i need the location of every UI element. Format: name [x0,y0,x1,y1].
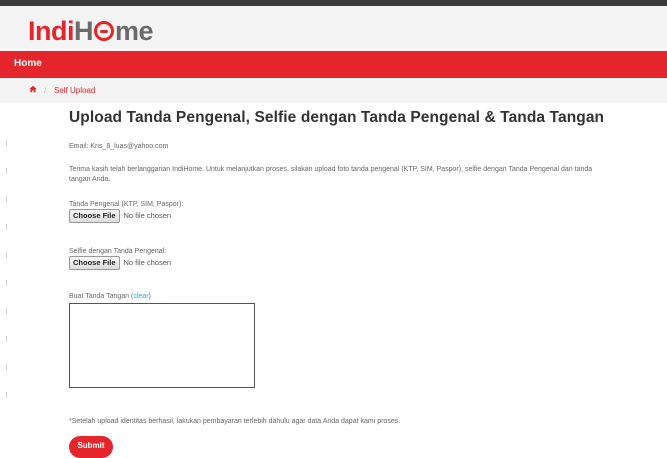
signature-label: Buat Tanda Tangan (clear) [69,292,151,302]
site-header: IndiH me [0,6,667,51]
indihome-logo[interactable]: IndiH me [28,16,154,46]
signature-clear-link[interactable]: clear [133,293,148,300]
selfie-choose-file-button[interactable]: Choose File [69,255,120,270]
signature-label-close: ) [148,293,151,300]
page-edge-marks [6,140,8,440]
logo-text-h: H [74,16,94,46]
main-navbar: Home [0,51,667,78]
logo-text-me: me [115,16,154,46]
payment-note: *Setelah upload identitas berhasil, laku… [69,418,401,425]
breadcrumb: / Self Upload [0,78,667,103]
logo-o-icon [94,21,114,41]
id-card-choose-file-button[interactable]: Choose File [69,208,120,223]
id-card-file-status: No file chosen [123,211,172,220]
selfie-file-input[interactable]: Choose File No file chosen [69,255,172,270]
submit-button[interactable]: Submit [69,436,113,458]
breadcrumb-separator: / [44,86,47,95]
breadcrumb-current[interactable]: Self Upload [54,86,95,95]
logo-text-indi: Indi [28,16,75,46]
email-line: Email: Kris_8_luas@yahoo.com [69,143,169,150]
intro-text: Terima kasih telah berlangganan IndiHome… [69,166,593,183]
signature-label-text: Buat Tanda Tangan ( [69,293,134,300]
id-card-file-input[interactable]: Choose File No file chosen [69,208,172,223]
nav-home-link[interactable]: Home [14,58,42,69]
page-title: Upload Tanda Pengenal, Selfie dengan Tan… [69,109,605,126]
home-icon[interactable] [29,85,37,93]
signature-pad[interactable] [69,303,255,388]
selfie-file-status: No file chosen [123,258,172,267]
